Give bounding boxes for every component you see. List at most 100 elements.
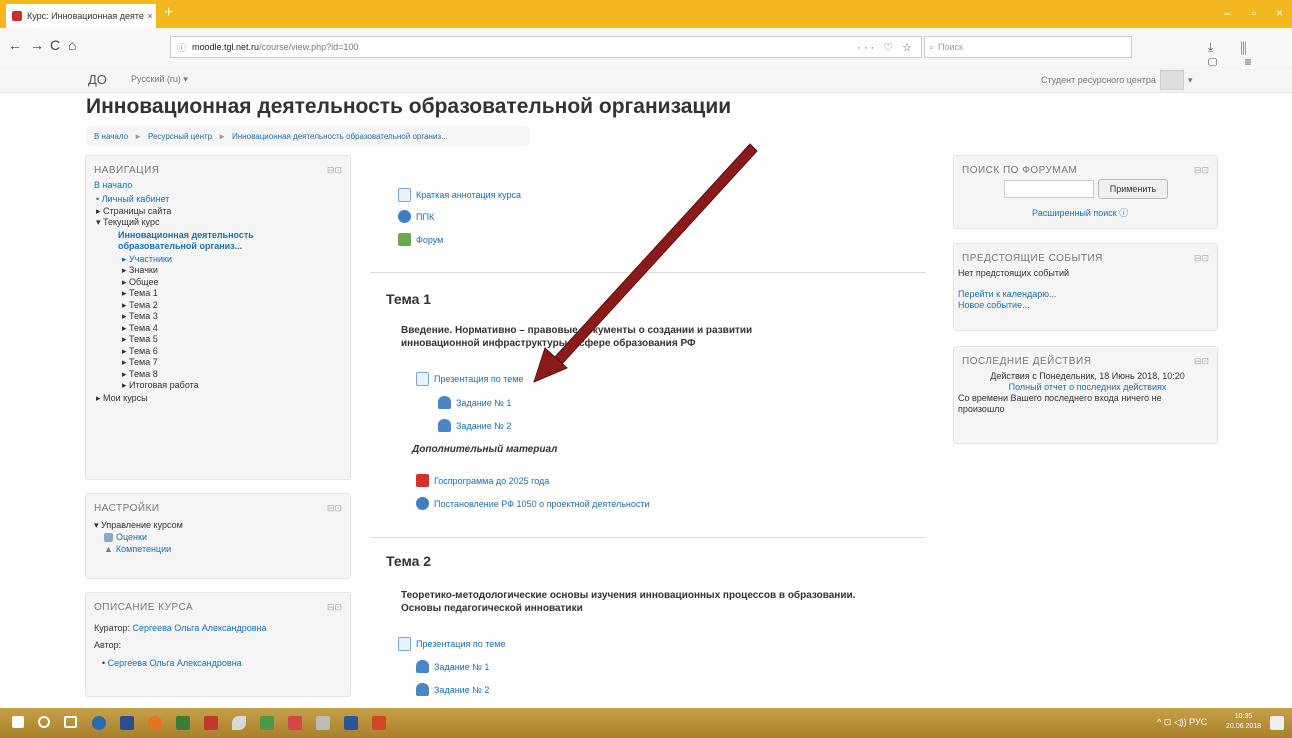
browser-tab[interactable]: Курс: Инновационная деятел... × — [6, 4, 156, 28]
summary-line: Теоретико-методологические основы изучен… — [401, 590, 856, 601]
apply-button[interactable]: Применить — [1098, 179, 1168, 199]
new-event-link[interactable]: Новое событие... — [958, 300, 1217, 311]
start-button-icon[interactable] — [12, 716, 24, 728]
block-controls-icon[interactable]: ⊟⊡ — [327, 165, 342, 176]
nav-participants[interactable]: ▸ Участники — [122, 254, 350, 266]
activity-task-2-topic-2[interactable]: Задание № 2 — [416, 683, 489, 696]
upcoming-events-block: ПРЕДСТОЯЩИЕ СОБЫТИЯ ⊟⊡ Нет предстоящих с… — [953, 243, 1218, 331]
nav-topic-3[interactable]: ▸ Тема 3 — [122, 311, 350, 323]
settings-competencies[interactable]: ▲ Компетенции — [104, 543, 350, 555]
back-button[interactable]: ← — [8, 37, 22, 53]
forum-search-input[interactable] — [1004, 180, 1094, 198]
address-bar[interactable]: ⓘ moodle.tgl.net.ru /course/view.php?id=… — [170, 36, 922, 58]
site-info-icon[interactable]: ⓘ — [177, 41, 186, 54]
file-icon — [398, 637, 411, 651]
activity-label: Форум — [416, 234, 444, 245]
home-button[interactable]: ⌂ — [68, 37, 76, 53]
search-icon[interactable] — [38, 716, 50, 728]
block-controls-icon[interactable]: ⊟⊡ — [1194, 165, 1209, 176]
reload-button[interactable]: C — [50, 37, 60, 53]
nav-course-link[interactable]: Инновационная деятельность образовательн… — [118, 230, 350, 252]
activity-presentation-topic-1[interactable]: Презентация по теме — [416, 372, 523, 386]
powerpoint-icon[interactable] — [372, 716, 386, 730]
activity-decree-1050[interactable]: Постановление РФ 1050 о проектной деятел… — [416, 497, 650, 510]
settings-course-admin[interactable]: ▾ Управление курсом — [94, 519, 350, 531]
app-icon[interactable] — [288, 716, 302, 730]
browser-search-input[interactable]: ⌕ Поиск — [924, 36, 1132, 58]
block-title: НАСТРОЙКИ — [94, 503, 160, 514]
nav-home-link[interactable]: В начало — [94, 180, 350, 190]
activity-task-1-topic-1[interactable]: Задание № 1 — [438, 396, 511, 409]
nav-topic-4[interactable]: ▸ Тема 4 — [122, 323, 350, 335]
close-window-button[interactable]: × — [1276, 6, 1283, 20]
block-controls-icon[interactable]: ⊟⊡ — [327, 602, 342, 613]
maximize-button[interactable]: ▫ — [1252, 6, 1256, 20]
nav-dashboard[interactable]: • Личный кабинет — [96, 194, 350, 206]
nav-topic-6[interactable]: ▸ Тема 6 — [122, 346, 350, 358]
url-host: moodle.tgl.net.ru — [192, 42, 260, 52]
nav-topic-2[interactable]: ▸ Тема 2 — [122, 300, 350, 312]
nav-final-work[interactable]: ▸ Итоговая работа — [122, 380, 350, 392]
curator-label: Куратор: — [94, 623, 130, 633]
nav-current-course[interactable]: ▾ Текущий курс — [96, 217, 350, 229]
activity-state-program[interactable]: Госпрограмма до 2025 года — [416, 474, 549, 487]
block-controls-icon[interactable]: ⊟⊡ — [1194, 356, 1209, 367]
block-controls-icon[interactable]: ⊟⊡ — [327, 503, 342, 514]
activity-task-2-topic-1[interactable]: Задание № 2 — [438, 419, 511, 432]
nav-site-pages[interactable]: ▸ Страницы сайта — [96, 206, 350, 218]
activity-course-annotation[interactable]: Краткая аннотация курса — [398, 188, 521, 202]
firefox-icon[interactable] — [148, 716, 162, 730]
nav-topic-1[interactable]: ▸ Тема 1 — [122, 288, 350, 300]
tab-title: Курс: Инновационная деятел... — [27, 11, 144, 21]
full-report-link[interactable]: Полный отчет о последних действиях — [958, 382, 1217, 393]
nav-my-courses[interactable]: ▸ Мои курсы — [96, 393, 350, 405]
calendar-link[interactable]: Перейти к календарю... — [958, 289, 1217, 300]
app-icon[interactable] — [260, 716, 274, 730]
nav-general[interactable]: ▸ Общее — [122, 277, 350, 289]
word-icon[interactable] — [344, 716, 358, 730]
activity-task-1-topic-2[interactable]: Задание № 1 — [416, 660, 489, 673]
navigation-block: НАВИГАЦИЯ ⊟⊡ В начало • Личный кабинет ▸… — [85, 155, 351, 480]
ie-icon[interactable] — [92, 716, 106, 730]
clock[interactable]: 10:35 20.06.2018 — [1226, 712, 1261, 732]
minimize-button[interactable]: – — [1224, 6, 1231, 20]
breadcrumb-resource-center[interactable]: Ресурсный центр — [148, 132, 212, 141]
app-icon[interactable] — [232, 716, 246, 730]
nav-topic-5[interactable]: ▸ Тема 5 — [122, 334, 350, 346]
user-name: Студент ресурсного центра — [1041, 75, 1156, 85]
avatar — [1159, 70, 1184, 90]
nav-topic-8[interactable]: ▸ Тема 8 — [122, 369, 350, 381]
app-icon[interactable] — [176, 716, 190, 730]
user-menu[interactable]: Студент ресурсного центра ▾ — [1041, 70, 1192, 90]
nav-topic-7[interactable]: ▸ Тема 7 — [122, 357, 350, 369]
nav-badges[interactable]: ▸ Значки — [122, 265, 350, 277]
block-title: ОПИСАНИЕ КУРСА — [94, 602, 194, 613]
app-icon[interactable] — [316, 716, 330, 730]
app-icon[interactable] — [120, 716, 134, 730]
block-title: ПОСЛЕДНИЕ ДЕЙСТВИЯ — [962, 356, 1092, 367]
curator-link[interactable]: Сергеева Ольга Александровна — [133, 623, 267, 633]
forum-search-block: ПОИСК ПО ФОРУМАМ ⊟⊡ Применить Расширенны… — [953, 155, 1218, 229]
breadcrumb-home[interactable]: В начало — [94, 132, 128, 141]
browser-titlebar: Курс: Инновационная деятел... × + – ▫ × — [0, 0, 1292, 28]
tab-close-icon[interactable]: × — [144, 11, 156, 21]
grades-icon — [104, 532, 113, 542]
block-controls-icon[interactable]: ⊟⊡ — [1194, 253, 1209, 264]
advanced-search-link[interactable]: Расширенный поиск ⓘ — [1032, 206, 1128, 219]
section-summary-topic-2: Теоретико-методологические основы изучен… — [401, 589, 855, 615]
url-tools-icons[interactable]: ··· ♡ ☆ — [857, 41, 915, 54]
notifications-icon[interactable] — [1270, 716, 1284, 730]
language-menu[interactable]: Русский (ru) ▾ — [131, 74, 188, 85]
task-view-icon[interactable] — [64, 716, 77, 728]
acrobat-icon[interactable] — [204, 716, 218, 730]
author-link[interactable]: Сергеева Ольга Александровна — [108, 658, 242, 668]
new-tab-button[interactable]: + — [164, 5, 173, 21]
activity-ppk[interactable]: ППК — [398, 210, 434, 223]
site-brand[interactable]: ДО — [88, 72, 107, 87]
settings-grades[interactable]: Оценки — [104, 531, 350, 543]
activity-presentation-topic-2[interactable]: Презентация по теме — [398, 637, 505, 651]
breadcrumb-course[interactable]: Инновационная деятельность образовательн… — [232, 132, 448, 141]
forward-button[interactable]: → — [30, 37, 44, 53]
system-tray[interactable]: ^ ⊡ ◁)) РУС — [1157, 717, 1207, 728]
activity-forum[interactable]: Форум — [398, 233, 443, 246]
